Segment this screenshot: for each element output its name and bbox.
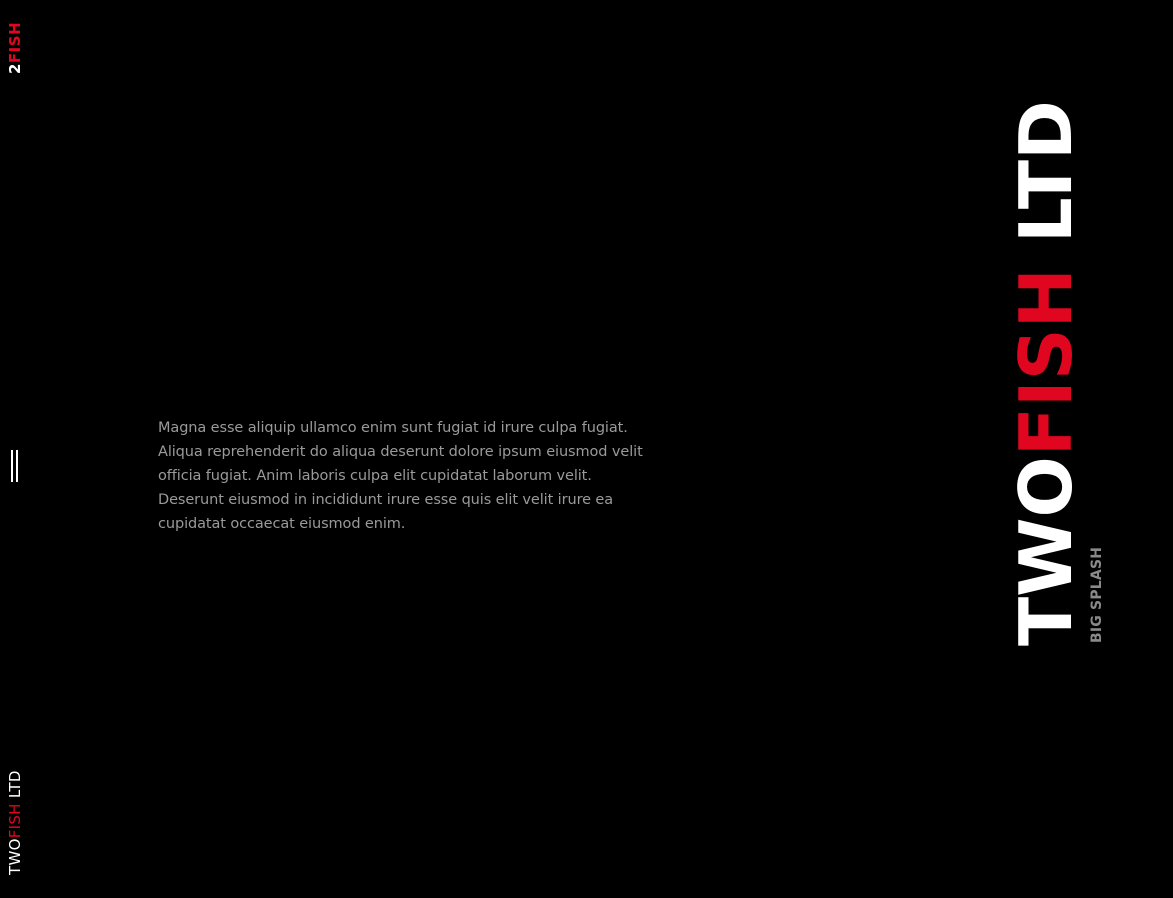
menu-bar-icon bbox=[16, 450, 18, 482]
hero-title: TWOFISH LTD bbox=[1004, 100, 1088, 646]
brand-part-ltd: LTD bbox=[6, 770, 24, 804]
logo-small[interactable]: 2FISH bbox=[6, 22, 24, 74]
hero-title-ltd: LTD bbox=[1004, 100, 1088, 269]
intro-paragraph: Magna esse aliquip ullamco enim sunt fug… bbox=[158, 419, 643, 532]
logo-word: FISH bbox=[6, 21, 24, 64]
brand-name-bottom: TWOFISH LTD bbox=[6, 770, 24, 875]
hero-title-two: TWO bbox=[1004, 456, 1088, 646]
logo-number: 2 bbox=[6, 63, 24, 74]
hero-title-fish: FISH bbox=[1004, 268, 1088, 457]
brand-part-two: TWO bbox=[6, 838, 24, 875]
menu-toggle-button[interactable] bbox=[10, 450, 20, 482]
menu-bar-icon bbox=[11, 450, 13, 482]
brand-part-fish: FISH bbox=[6, 803, 24, 839]
hero-subtitle: BIG SPLASH bbox=[1089, 546, 1105, 643]
